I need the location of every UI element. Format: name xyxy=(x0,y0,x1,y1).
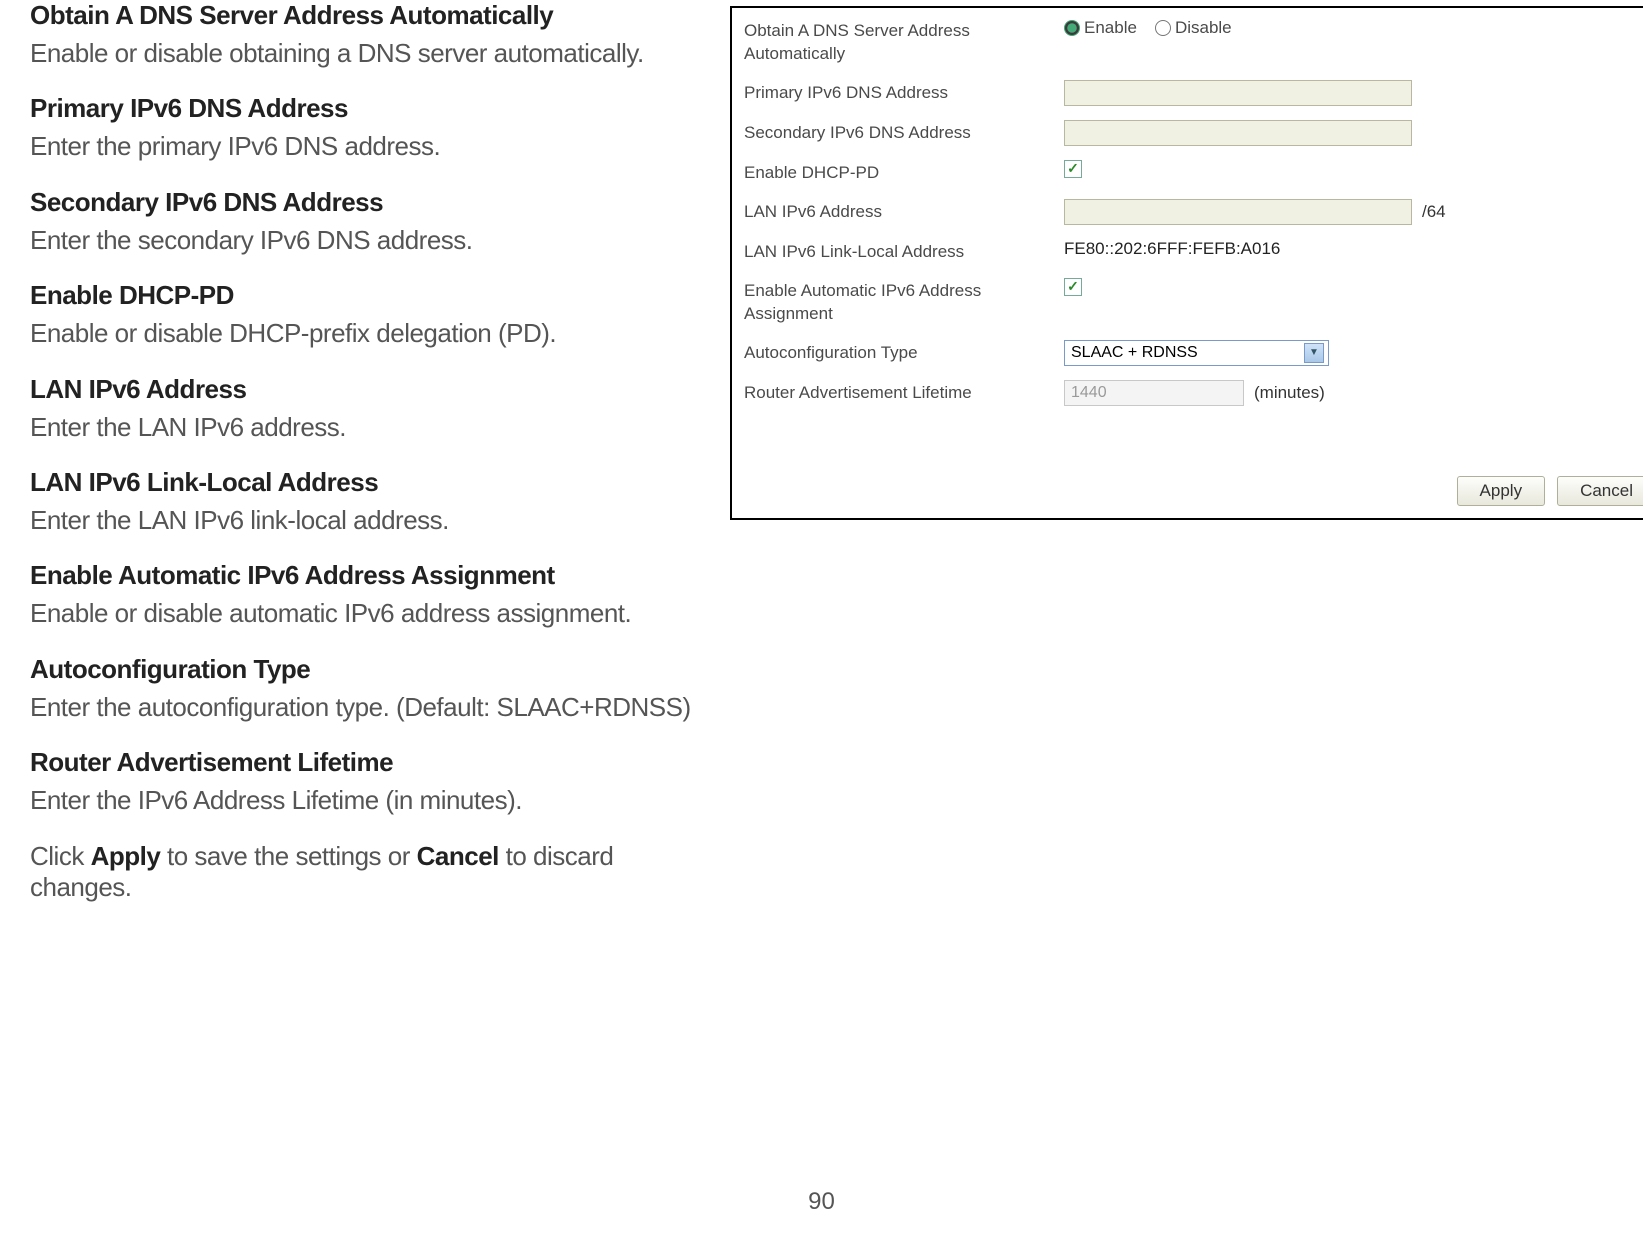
linklocal-value: FE80::202:6FFF:FEFB:A016 xyxy=(1064,239,1280,259)
primary-dns-input[interactable] xyxy=(1064,80,1412,106)
doc-heading: Enable Automatic IPv6 Address Assignment xyxy=(30,560,710,591)
doc-desc: Enable or disable obtaining a DNS server… xyxy=(30,35,710,71)
doc-item: Primary IPv6 DNS Address Enter the prima… xyxy=(30,93,710,164)
row-secondary-dns: Secondary IPv6 DNS Address xyxy=(744,120,1643,146)
doc-final-pre: Click xyxy=(30,841,91,871)
doc-desc: Enable or disable DHCP-prefix delegation… xyxy=(30,315,710,351)
doc-item: LAN IPv6 Link-Local Address Enter the LA… xyxy=(30,467,710,538)
row-lan-ipv6: LAN IPv6 Address /64 xyxy=(744,199,1643,225)
label-secondary-dns: Secondary IPv6 DNS Address xyxy=(744,120,1064,145)
doc-desc: Enter the LAN IPv6 link-local address. xyxy=(30,502,710,538)
doc-item: Obtain A DNS Server Address Automaticall… xyxy=(30,0,710,71)
label-autoconf-type: Autoconfiguration Type xyxy=(744,340,1064,365)
doc-final-mid: to save the settings or xyxy=(160,841,416,871)
doc-heading: LAN IPv6 Link-Local Address xyxy=(30,467,710,498)
doc-final-apply: Apply xyxy=(91,841,161,871)
label-dhcp-pd: Enable DHCP-PD xyxy=(744,160,1064,185)
secondary-dns-input[interactable] xyxy=(1064,120,1412,146)
doc-desc: Enter the secondary IPv6 DNS address. xyxy=(30,222,710,258)
radio-disable-input[interactable] xyxy=(1155,20,1171,36)
cancel-button[interactable]: Cancel xyxy=(1557,476,1643,506)
doc-heading: Autoconfiguration Type xyxy=(30,654,710,685)
doc-heading: Router Advertisement Lifetime xyxy=(30,747,710,778)
radio-disable[interactable]: Disable xyxy=(1155,18,1232,38)
doc-final-cancel: Cancel xyxy=(417,841,499,871)
autoconf-type-select[interactable]: SLAAC + RDNSS ▼ xyxy=(1064,340,1329,366)
ra-lifetime-input[interactable] xyxy=(1064,380,1244,406)
label-obtain-dns: Obtain A DNS Server Address Automaticall… xyxy=(744,18,1064,66)
chevron-down-icon: ▼ xyxy=(1304,343,1324,363)
label-linklocal: LAN IPv6 Link-Local Address xyxy=(744,239,1064,264)
doc-item: Secondary IPv6 DNS Address Enter the sec… xyxy=(30,187,710,258)
radio-disable-label: Disable xyxy=(1175,18,1232,38)
apply-button[interactable]: Apply xyxy=(1457,476,1546,506)
dhcp-pd-checkbox[interactable]: ✓ xyxy=(1064,160,1082,178)
doc-final-line: Click Apply to save the settings or Canc… xyxy=(30,841,710,903)
doc-heading: Obtain A DNS Server Address Automaticall… xyxy=(30,0,710,31)
doc-heading: Primary IPv6 DNS Address xyxy=(30,93,710,124)
doc-item: Router Advertisement Lifetime Enter the … xyxy=(30,747,710,818)
doc-desc: Enable or disable automatic IPv6 address… xyxy=(30,595,710,631)
doc-heading: Enable DHCP-PD xyxy=(30,280,710,311)
label-ra-lifetime: Router Advertisement Lifetime xyxy=(744,380,1064,405)
button-row: Apply Cancel xyxy=(744,476,1643,506)
settings-panel: Obtain A DNS Server Address Automaticall… xyxy=(730,6,1643,520)
doc-heading: Secondary IPv6 DNS Address xyxy=(30,187,710,218)
page-number: 90 xyxy=(808,1188,835,1216)
row-autoconf-type: Autoconfiguration Type SLAAC + RDNSS ▼ xyxy=(744,340,1643,366)
doc-desc: Enter the LAN IPv6 address. xyxy=(30,409,710,445)
doc-item: LAN IPv6 Address Enter the LAN IPv6 addr… xyxy=(30,374,710,445)
row-dhcp-pd: Enable DHCP-PD ✓ xyxy=(744,160,1643,185)
ra-lifetime-unit: (minutes) xyxy=(1254,383,1325,403)
radio-enable[interactable]: Enable xyxy=(1064,18,1137,38)
row-ra-lifetime: Router Advertisement Lifetime (minutes) xyxy=(744,380,1643,406)
doc-heading: LAN IPv6 Address xyxy=(30,374,710,405)
row-auto-assign: Enable Automatic IPv6 Address Assignment… xyxy=(744,278,1643,326)
label-auto-assign: Enable Automatic IPv6 Address Assignment xyxy=(744,278,1064,326)
doc-item: Enable DHCP-PD Enable or disable DHCP-pr… xyxy=(30,280,710,351)
documentation-column: Obtain A DNS Server Address Automaticall… xyxy=(30,0,710,903)
autoconf-type-value: SLAAC + RDNSS xyxy=(1071,344,1198,362)
label-primary-dns: Primary IPv6 DNS Address xyxy=(744,80,1064,105)
auto-assign-checkbox[interactable]: ✓ xyxy=(1064,278,1082,296)
doc-item: Enable Automatic IPv6 Address Assignment… xyxy=(30,560,710,631)
doc-desc: Enter the autoconfiguration type. (Defau… xyxy=(30,689,710,725)
row-primary-dns: Primary IPv6 DNS Address xyxy=(744,80,1643,106)
lan-ipv6-input[interactable] xyxy=(1064,199,1412,225)
label-lan-ipv6: LAN IPv6 Address xyxy=(744,199,1064,224)
row-linklocal: LAN IPv6 Link-Local Address FE80::202:6F… xyxy=(744,239,1643,264)
doc-item: Autoconfiguration Type Enter the autocon… xyxy=(30,654,710,725)
radio-enable-label: Enable xyxy=(1084,18,1137,38)
doc-desc: Enter the primary IPv6 DNS address. xyxy=(30,128,710,164)
doc-desc: Enter the IPv6 Address Lifetime (in minu… xyxy=(30,782,710,818)
row-obtain-dns: Obtain A DNS Server Address Automaticall… xyxy=(744,18,1643,66)
radio-enable-input[interactable] xyxy=(1064,20,1080,36)
lan-ipv6-suffix: /64 xyxy=(1422,202,1446,222)
